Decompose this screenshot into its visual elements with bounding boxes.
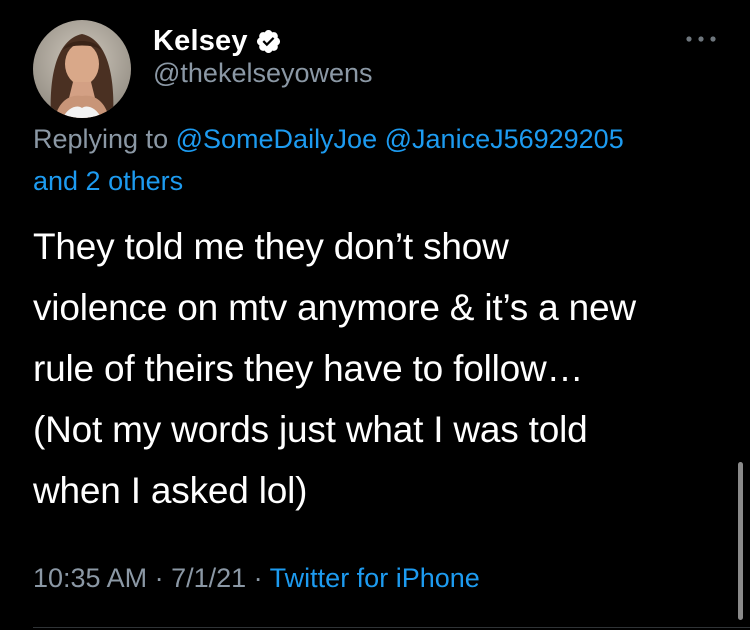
replying-to: Replying to @SomeDailyJoe @JaniceJ569292… [33,118,733,202]
tweet-date[interactable]: 7/1/21 [171,563,246,593]
verified-badge-icon [255,28,282,55]
divider [33,627,750,628]
avatar[interactable] [33,20,131,118]
mention-link[interactable]: @JaniceJ56929205 [385,124,624,154]
replying-to-label: Replying to [33,124,169,154]
tweet-detail: Kelsey @thekelseyowens Replying to @Some… [0,0,750,630]
tweet-source-link[interactable]: Twitter for iPhone [270,563,480,593]
display-name[interactable]: Kelsey [153,25,248,58]
tweet-time[interactable]: 10:35 AM [33,563,147,593]
mention-link[interactable]: @SomeDailyJoe [176,124,378,154]
meta-separator: · [246,563,270,593]
tweet-meta: 10:35 AM · 7/1/21 · Twitter for iPhone [33,563,480,594]
meta-separator: · [147,563,172,593]
tweet-text: They told me they don’t show violence on… [33,226,636,511]
others-link[interactable]: and 2 others [33,166,183,196]
author-handle[interactable]: @thekelseyowens [153,58,373,89]
avatar-image [33,20,131,118]
scrollbar[interactable] [738,462,743,620]
more-options-icon[interactable] [683,30,719,48]
author-name-row: Kelsey [153,24,282,58]
